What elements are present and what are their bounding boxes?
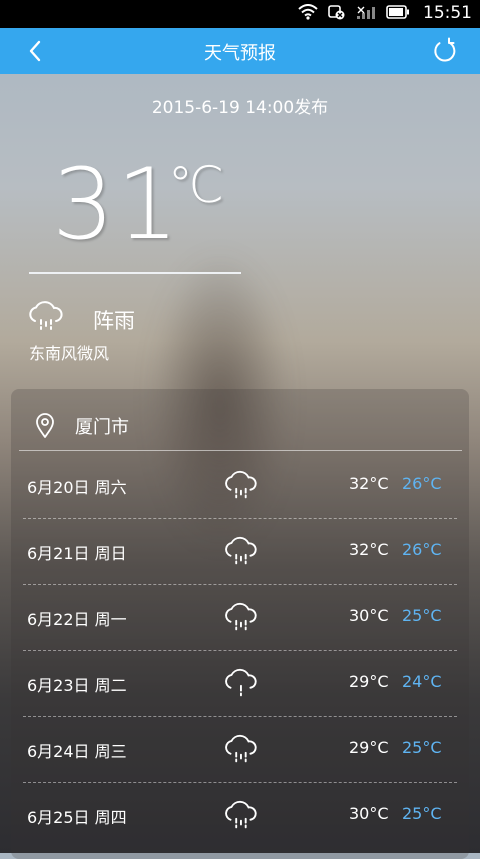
temperature-unit: ℃	[168, 156, 225, 214]
city-divider	[19, 450, 462, 451]
forecast-low: 25°C	[402, 738, 442, 757]
refresh-button[interactable]	[430, 36, 460, 66]
forecast-date: 6月20日 周六	[27, 478, 127, 497]
forecast-date: 6月25日 周四	[27, 808, 127, 827]
temperature-divider	[29, 272, 241, 274]
forecast-low: 26°C	[402, 540, 442, 559]
forecast-row[interactable]: 6月22日 周一 30°C 25°C	[11, 585, 469, 651]
rain-cloud-icon	[29, 301, 63, 330]
city-row[interactable]: 厦门市	[11, 389, 469, 451]
app-bar: 天气预报	[0, 28, 480, 74]
rain-cloud-icon	[225, 536, 257, 565]
forecast-date: 6月24日 周三	[27, 742, 127, 761]
forecast-row[interactable]: 6月20日 周六 32°C 26°C	[11, 453, 469, 519]
status-bar: 15:51	[0, 0, 480, 28]
forecast-date: 6月21日 周日	[27, 544, 127, 563]
forecast-high: 29°C	[349, 738, 389, 757]
status-time: 15:51	[423, 3, 472, 23]
forecast-row[interactable]: 6月21日 周日 32°C 26°C	[11, 519, 469, 585]
weather-condition: 阵雨	[93, 309, 135, 333]
forecast-low: 26°C	[402, 474, 442, 493]
wind-description: 东南风微风	[29, 344, 110, 363]
forecast-date: 6月23日 周二	[27, 676, 127, 695]
forecast-high: 32°C	[349, 540, 389, 559]
battery-icon	[386, 5, 409, 19]
rain-cloud-icon	[225, 734, 257, 763]
forecast-row[interactable]: 6月25日 周四 30°C 25°C	[11, 783, 469, 849]
current-temperature: 31	[52, 148, 181, 262]
sync-off-icon	[328, 5, 345, 20]
forecast-high: 29°C	[349, 672, 389, 691]
signal-icon	[357, 6, 375, 19]
refresh-icon	[434, 37, 456, 62]
forecast-low: 25°C	[402, 804, 442, 823]
status-icons	[298, 4, 410, 20]
forecast-low: 25°C	[402, 606, 442, 625]
forecast-date: 6月22日 周一	[27, 610, 127, 629]
light-rain-cloud-icon	[225, 668, 257, 697]
page-title: 天气预报	[204, 43, 276, 64]
forecast-row[interactable]: 6月24日 周三 29°C 25°C	[11, 717, 469, 783]
forecast-high: 32°C	[349, 474, 389, 493]
forecast-high: 30°C	[349, 804, 389, 823]
forecast-low: 24°C	[402, 672, 442, 691]
forecast-high: 30°C	[349, 606, 389, 625]
publish-time: 2015-6-19 14:00发布	[151, 98, 329, 118]
forecast-row[interactable]: 6月23日 周二 29°C 24°C	[11, 651, 469, 717]
wifi-icon	[298, 4, 318, 20]
rain-cloud-icon	[225, 602, 257, 631]
city-name: 厦门市	[75, 417, 129, 438]
rain-cloud-icon	[225, 470, 257, 499]
rain-cloud-icon	[225, 800, 257, 829]
location-pin-icon	[36, 413, 54, 438]
forecast-card: 厦门市 6月20日 周六 32°C 26°C 6月21日 周日 32°C 26°…	[11, 389, 469, 859]
